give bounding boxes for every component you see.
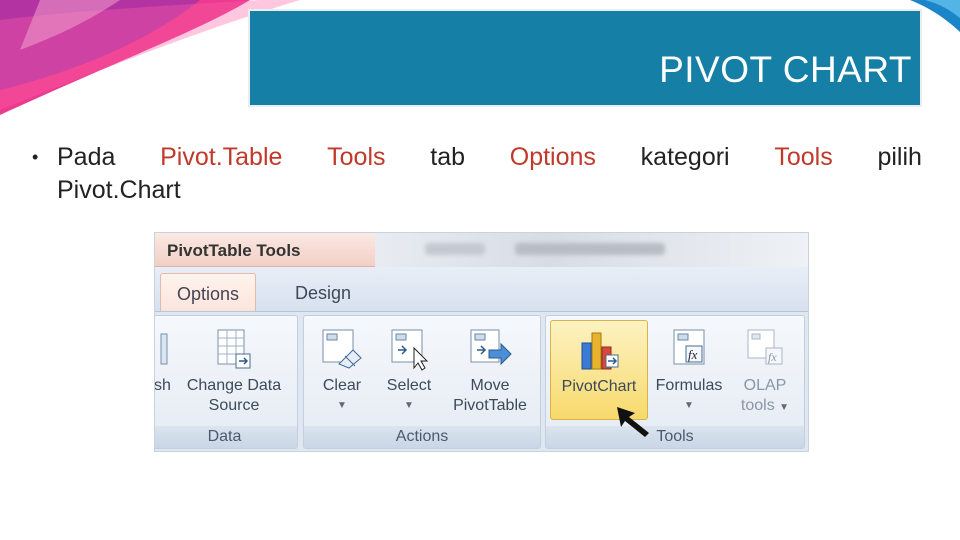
word-pilih: pilih	[877, 143, 922, 171]
tab-design[interactable]: Design	[279, 273, 367, 311]
group-tools: PivotChart fx Formulas ▼ fx OLAP tools ▼…	[545, 315, 805, 449]
select-button[interactable]: Select ▼	[378, 320, 440, 420]
pivotchart-icon	[581, 332, 619, 370]
word-options: Options	[509, 143, 596, 171]
clear-dropdown-caret-icon: ▼	[337, 400, 347, 411]
word-kategori: kategori	[640, 143, 730, 171]
word-tools-2: Tools	[774, 143, 833, 171]
select-dropdown-caret-icon: ▼	[404, 400, 414, 411]
word-tab: tab	[430, 143, 466, 171]
bullet-line-2: Pivot.Chart	[57, 176, 181, 204]
word-pivottable: Pivot.Table	[160, 143, 283, 171]
change-data-source-icon	[217, 329, 251, 369]
formulas-icon: fx	[673, 329, 705, 365]
refresh-icon	[160, 333, 168, 365]
formulas-label: Formulas	[655, 377, 723, 394]
olap-dropdown-caret-icon: ▼	[779, 402, 790, 413]
clear-button[interactable]: Clear ▼	[312, 320, 372, 420]
group-label-actions: Actions	[304, 426, 540, 448]
group-actions: Clear ▼ Select ▼ Move PivotTable Actions	[303, 315, 541, 449]
pivottable-tools-context-tab: PivotTable Tools	[155, 233, 375, 267]
clear-label: Clear	[322, 377, 362, 394]
bullet-marker: •	[32, 147, 39, 167]
olap-tools-icon: fx	[747, 329, 783, 365]
pivotchart-label: PivotChart	[561, 378, 637, 395]
blurred-titlebar	[375, 233, 808, 267]
select-label: Select	[386, 377, 432, 394]
formulas-button[interactable]: fx Formulas ▼	[650, 320, 728, 420]
group-label-tools: Tools	[546, 426, 804, 448]
select-icon	[391, 329, 429, 371]
move-pivottable-icon	[470, 329, 512, 366]
word-tools: Tools	[327, 143, 386, 171]
pointer-arrow-icon	[617, 407, 649, 437]
formulas-dropdown-caret-icon: ▼	[684, 400, 694, 411]
olap-tools-button[interactable]: fx OLAP tools ▼	[730, 320, 800, 420]
svg-text:fx: fx	[768, 350, 777, 364]
tab-options[interactable]: Options	[160, 273, 257, 311]
change-data-label-line1: Change Data	[186, 377, 282, 394]
ribbon-screenshot: PivotTable Tools Options Design sh Chang…	[155, 233, 808, 451]
clear-icon	[322, 329, 362, 369]
change-data-label-line2: Source	[208, 397, 260, 414]
move-label-line2: PivotTable	[453, 397, 527, 414]
move-label-line1: Move	[470, 377, 510, 394]
bullet-line-1: Pada Pivot.Table Tools tab Options kateg…	[57, 141, 922, 174]
svg-text:fx: fx	[688, 347, 698, 362]
change-data-source-button[interactable]: Change Data Source	[172, 320, 296, 420]
title-banner: PIVOT CHART	[248, 9, 922, 107]
move-pivottable-button[interactable]: Move PivotTable	[444, 320, 536, 420]
word-pada: Pada	[57, 143, 116, 171]
olap-label-line2: tools ▼	[740, 397, 790, 414]
olap-label-line1: OLAP	[743, 377, 787, 394]
ribbon-tab-bar: Options Design	[155, 267, 808, 312]
slide-title: PIVOT CHART	[659, 49, 912, 90]
group-label-data: Data	[155, 426, 297, 448]
group-data: sh Change Data Source Data	[155, 315, 298, 449]
